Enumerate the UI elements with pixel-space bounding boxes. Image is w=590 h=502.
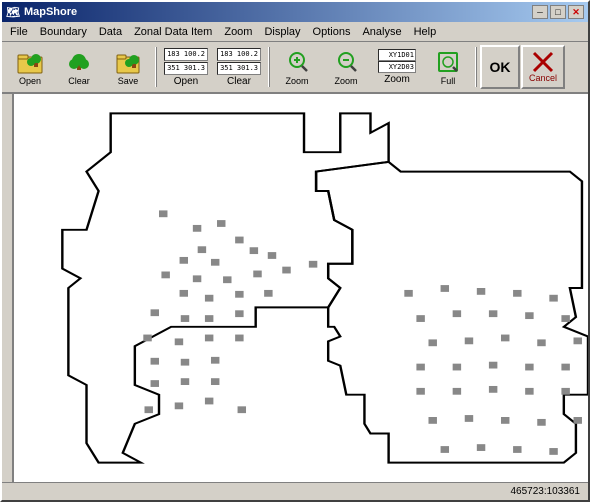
map-canvas[interactable] [14, 94, 588, 482]
menu-options[interactable]: Options [307, 24, 357, 40]
main-area [2, 94, 588, 482]
open-data-label: Open [174, 76, 198, 87]
separator-1 [155, 47, 157, 87]
save-boundary-button[interactable]: Save [104, 45, 152, 89]
zoom-xy-label: Zoom [384, 74, 410, 85]
menu-display[interactable]: Display [258, 24, 306, 40]
zoom-out-label: Zoom [334, 77, 357, 86]
zoom-in-button[interactable]: Zoom [273, 45, 321, 89]
app-icon: 🗺 [6, 6, 20, 19]
menu-bar: File Boundary Data Zonal Data Item Zoom … [2, 22, 588, 42]
maximize-button[interactable] [550, 5, 566, 19]
main-window: 🗺 MapShore File Boundary Data Zonal Data… [0, 0, 590, 502]
xy-label-1: XY1D01 [378, 49, 416, 61]
menu-analyse[interactable]: Analyse [356, 24, 407, 40]
separator-3 [475, 47, 477, 87]
menu-data[interactable]: Data [93, 24, 128, 40]
title-bar: 🗺 MapShore [2, 2, 588, 22]
open-boundary-label: Open [19, 77, 41, 86]
toolbar: Open Clear [2, 42, 588, 94]
clear-data-label: Clear [227, 76, 251, 87]
xy-label-2: XY2D03 [378, 61, 416, 73]
full-view-button[interactable]: Full [424, 45, 472, 89]
data-num-display-3: 183 100.2 [217, 48, 261, 61]
separator-2 [268, 47, 270, 87]
zoom-xy-button[interactable]: XY1D01 XY2D03 Zoom [371, 45, 423, 89]
menu-boundary[interactable]: Boundary [34, 24, 93, 40]
menu-zonal-data-item[interactable]: Zonal Data Item [128, 24, 218, 40]
cancel-label: Cancel [529, 73, 557, 83]
ok-label: OK [490, 59, 511, 75]
full-view-label: Full [441, 77, 456, 86]
menu-help[interactable]: Help [408, 24, 443, 40]
clear-boundary-button[interactable]: Clear [55, 45, 103, 89]
open-data-button[interactable]: 183 100.2 351 301.3 Open [160, 45, 212, 89]
data-num-display-1: 183 100.2 [164, 48, 208, 61]
map-svg [14, 94, 588, 482]
status-bar: 465723:103361 [2, 482, 588, 500]
zoom-out-button[interactable]: Zoom [322, 45, 370, 89]
menu-file[interactable]: File [4, 24, 34, 40]
coordinates-display: 465723:103361 [510, 486, 580, 497]
left-panel [2, 94, 14, 482]
minimize-button[interactable] [532, 5, 548, 19]
clear-data-button[interactable]: 183 100.2 351 301.3 Clear [213, 45, 265, 89]
cancel-button[interactable]: Cancel [521, 45, 565, 89]
data-num-display-2: 351 301.3 [164, 62, 208, 75]
open-boundary-button[interactable]: Open [6, 45, 54, 89]
ok-button[interactable]: OK [480, 45, 520, 89]
menu-zoom[interactable]: Zoom [218, 24, 258, 40]
save-boundary-label: Save [118, 77, 139, 86]
data-num-display-4: 351 301.3 [217, 62, 261, 75]
clear-boundary-label: Clear [68, 77, 90, 86]
zoom-in-label: Zoom [285, 77, 308, 86]
close-button[interactable] [568, 5, 584, 19]
app-title: MapShore [24, 6, 77, 18]
